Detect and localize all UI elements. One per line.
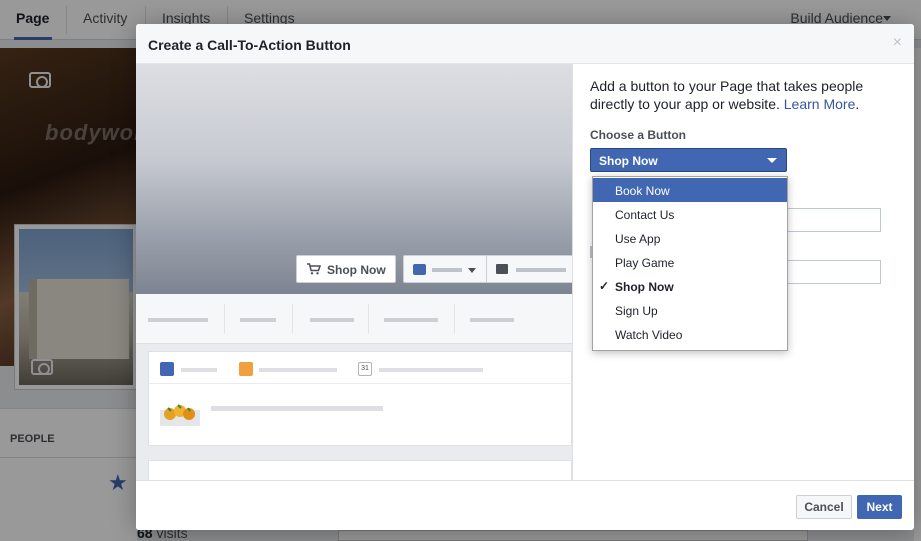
dropdown-option-label: Book Now	[615, 184, 670, 198]
cancel-button[interactable]: Cancel	[796, 495, 852, 519]
placeholder-bar	[211, 406, 383, 411]
photo-icon	[239, 362, 253, 376]
chevron-down-icon	[468, 268, 476, 273]
placeholder-bar	[259, 368, 337, 372]
select-value: Shop Now	[599, 154, 658, 168]
shopping-cart-icon	[307, 263, 321, 275]
close-icon[interactable]: ×	[893, 35, 902, 51]
dropdown-option[interactable]: Use App	[593, 226, 787, 250]
page-preview: Shop Now 31	[136, 64, 572, 480]
placeholder-bar	[470, 318, 514, 322]
website-field[interactable]	[787, 208, 881, 232]
placeholder-bar	[310, 318, 354, 322]
placeholder-bar	[181, 368, 217, 372]
preview-cta-label: Shop Now	[327, 263, 386, 277]
dropdown-option-label: Sign Up	[615, 304, 658, 318]
dialog-header: Create a Call-To-Action Button ×	[136, 24, 914, 64]
dropdown-option[interactable]: Sign Up	[593, 298, 787, 322]
divider	[292, 304, 293, 334]
message-icon	[496, 264, 508, 274]
divider	[224, 304, 225, 334]
mobile-website-field[interactable]	[787, 260, 881, 284]
dropdown-option[interactable]: Play Game	[593, 250, 787, 274]
button-type-select[interactable]: Shop Now	[590, 148, 787, 172]
dropdown-option[interactable]: Watch Video	[593, 322, 787, 346]
dropdown-option-label: Play Game	[615, 256, 675, 270]
dialog-title: Create a Call-To-Action Button	[148, 37, 351, 53]
cta-description: Add a button to your Page that takes peo…	[590, 77, 890, 113]
preview-nav-bar	[136, 294, 572, 344]
like-icon	[413, 264, 426, 275]
composer-tabs: 31	[149, 352, 572, 384]
preview-composer: 31	[148, 351, 572, 446]
placeholder-bar	[240, 318, 276, 322]
checkmark-icon: ✓	[599, 279, 610, 293]
dropdown-option[interactable]: Book Now	[593, 178, 787, 202]
chevron-down-icon	[767, 158, 777, 163]
next-button[interactable]: Next	[857, 495, 902, 519]
dropdown-option-label: Watch Video	[615, 328, 683, 342]
dropdown-option[interactable]: Contact Us	[593, 202, 787, 226]
cta-dialog: Create a Call-To-Action Button × Shop No…	[136, 24, 914, 530]
placeholder-bar	[148, 318, 208, 322]
choose-button-label: Choose a Button	[590, 128, 686, 142]
preview-like-group	[403, 255, 572, 283]
dropdown-option-label: Shop Now	[615, 280, 674, 294]
preview-cta-button: Shop Now	[296, 255, 396, 283]
placeholder-bar	[384, 318, 438, 322]
pencil-icon	[160, 362, 174, 376]
divider	[454, 304, 455, 334]
dropdown-option[interactable]: ✓ Shop Now	[593, 274, 787, 298]
calendar-icon: 31	[358, 362, 372, 376]
placeholder-bar	[379, 368, 483, 372]
description-period: .	[855, 96, 860, 112]
placeholder-bar	[432, 268, 462, 272]
dialog-footer: Cancel Next	[136, 480, 914, 530]
divider	[486, 256, 487, 282]
learn-more-link[interactable]: Learn More	[784, 96, 856, 112]
cta-settings-pane: Add a button to your Page that takes peo…	[572, 64, 914, 480]
fruit-icon	[160, 404, 200, 426]
button-type-dropdown: Book Now Contact Us Use App Play Game ✓ Shop …	[592, 176, 788, 351]
preview-post	[148, 460, 572, 480]
dropdown-option-label: Use App	[615, 232, 661, 246]
dropdown-option-label: Contact Us	[615, 208, 675, 222]
placeholder-bar	[516, 268, 566, 272]
divider	[368, 304, 369, 334]
